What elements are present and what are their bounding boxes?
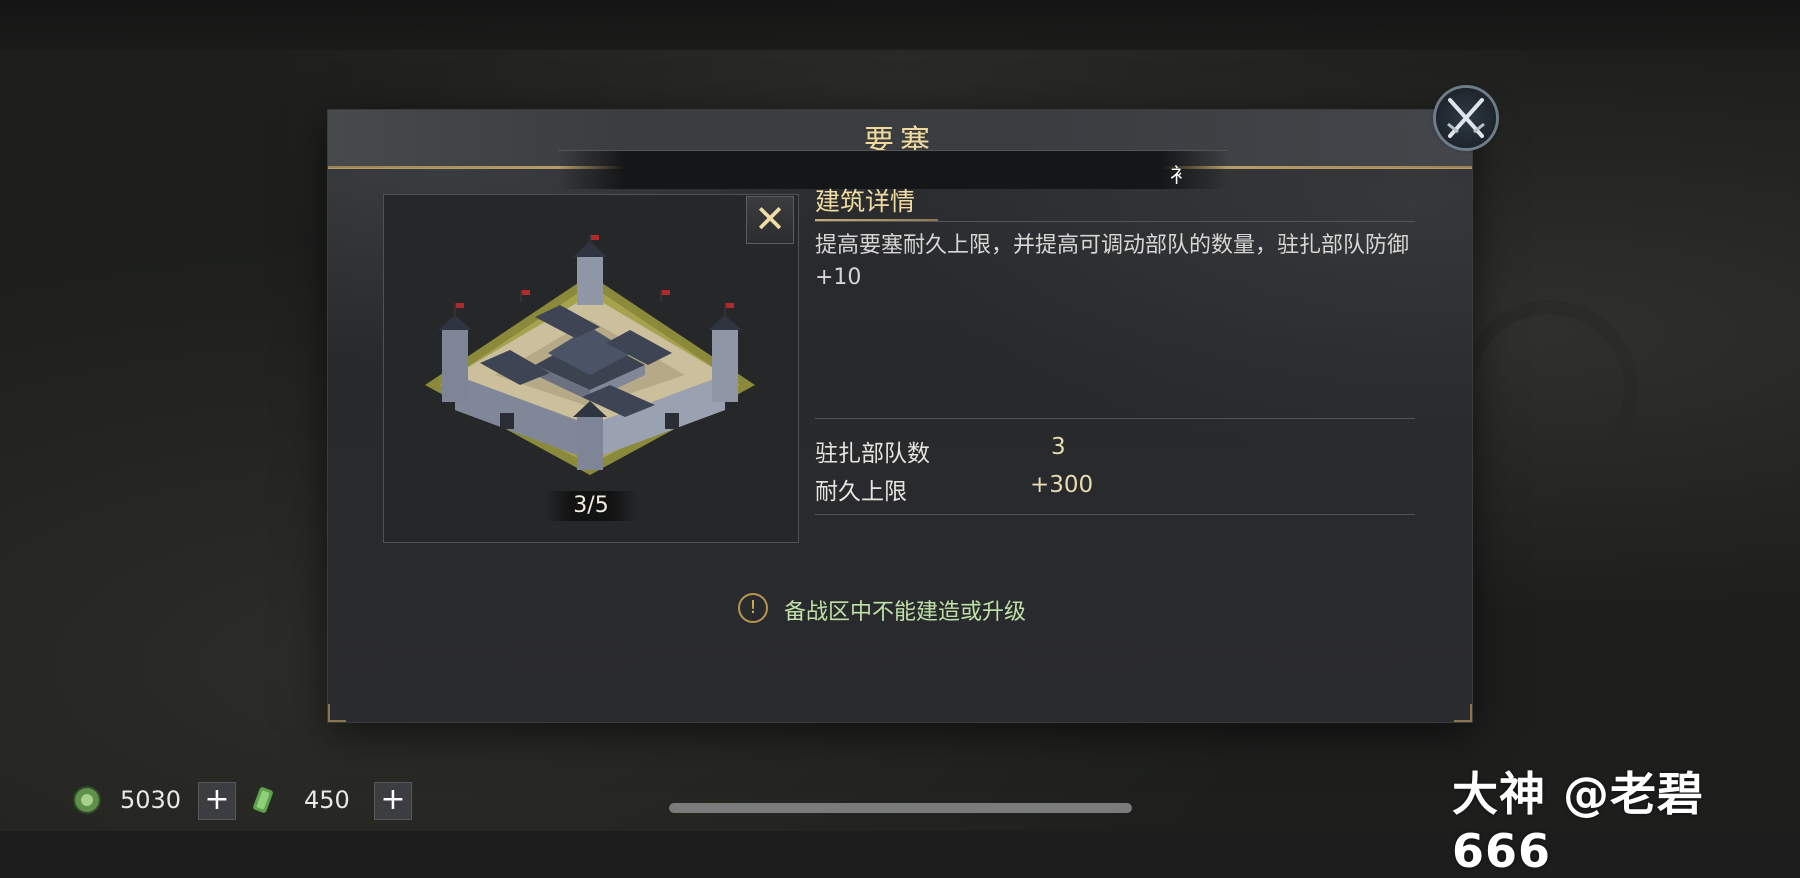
watermark: 大神 @老碧666: [1452, 767, 1705, 878]
building-level-badge: 3/5: [544, 491, 638, 521]
green-scroll-icon: [253, 787, 273, 813]
details-section-title: 建筑详情: [815, 187, 916, 216]
dismantle-x-button[interactable]: ✕: [746, 196, 794, 244]
home-indicator[interactable]: [669, 803, 1132, 813]
corner-ornament-right: [1454, 704, 1472, 722]
add-scroll-button[interactable]: +: [374, 782, 412, 820]
jade-amount: 5030: [120, 786, 182, 814]
tab-glyph[interactable]: 衤: [1170, 159, 1190, 188]
stat-label-durability: 耐久上限: [815, 479, 907, 505]
crossed-swords-icon: [1447, 98, 1485, 138]
stat-label-garrison: 驻扎部队数: [815, 441, 930, 467]
building-description: 提高要塞耐久上限，并提高可调动部队的数量，驻扎部队防御+10: [815, 233, 1410, 290]
stats-bottom-divider: [815, 514, 1415, 515]
warning-message: 备战区中不能建造或升级: [784, 600, 1027, 625]
resource-bar: 5030 + 450 +: [70, 782, 412, 820]
crossed-swords-close-icon[interactable]: [1436, 88, 1496, 148]
stat-value-garrison: 3: [1051, 434, 1066, 460]
stat-value-durability: +300: [1030, 472, 1094, 498]
warning-icon: !: [738, 593, 768, 623]
details-top-divider: [815, 221, 1415, 222]
map-ring-decoration: [1460, 300, 1638, 478]
corner-ornament-left: [328, 704, 346, 722]
fortress-illustration: [425, 235, 755, 475]
jade-coin-icon: [73, 786, 101, 814]
scroll-amount: 450: [304, 786, 350, 814]
stats-top-divider: [815, 418, 1415, 419]
add-jade-button[interactable]: +: [198, 782, 236, 820]
building-detail-dialog: 要塞 衤 3/5 ✕ 建筑详情 提高要塞耐久上限，并提高可调动部队的数量，驻扎部…: [328, 110, 1472, 722]
building-image-panel: 3/5: [383, 194, 799, 543]
top-hud-bar: [0, 0, 1800, 50]
